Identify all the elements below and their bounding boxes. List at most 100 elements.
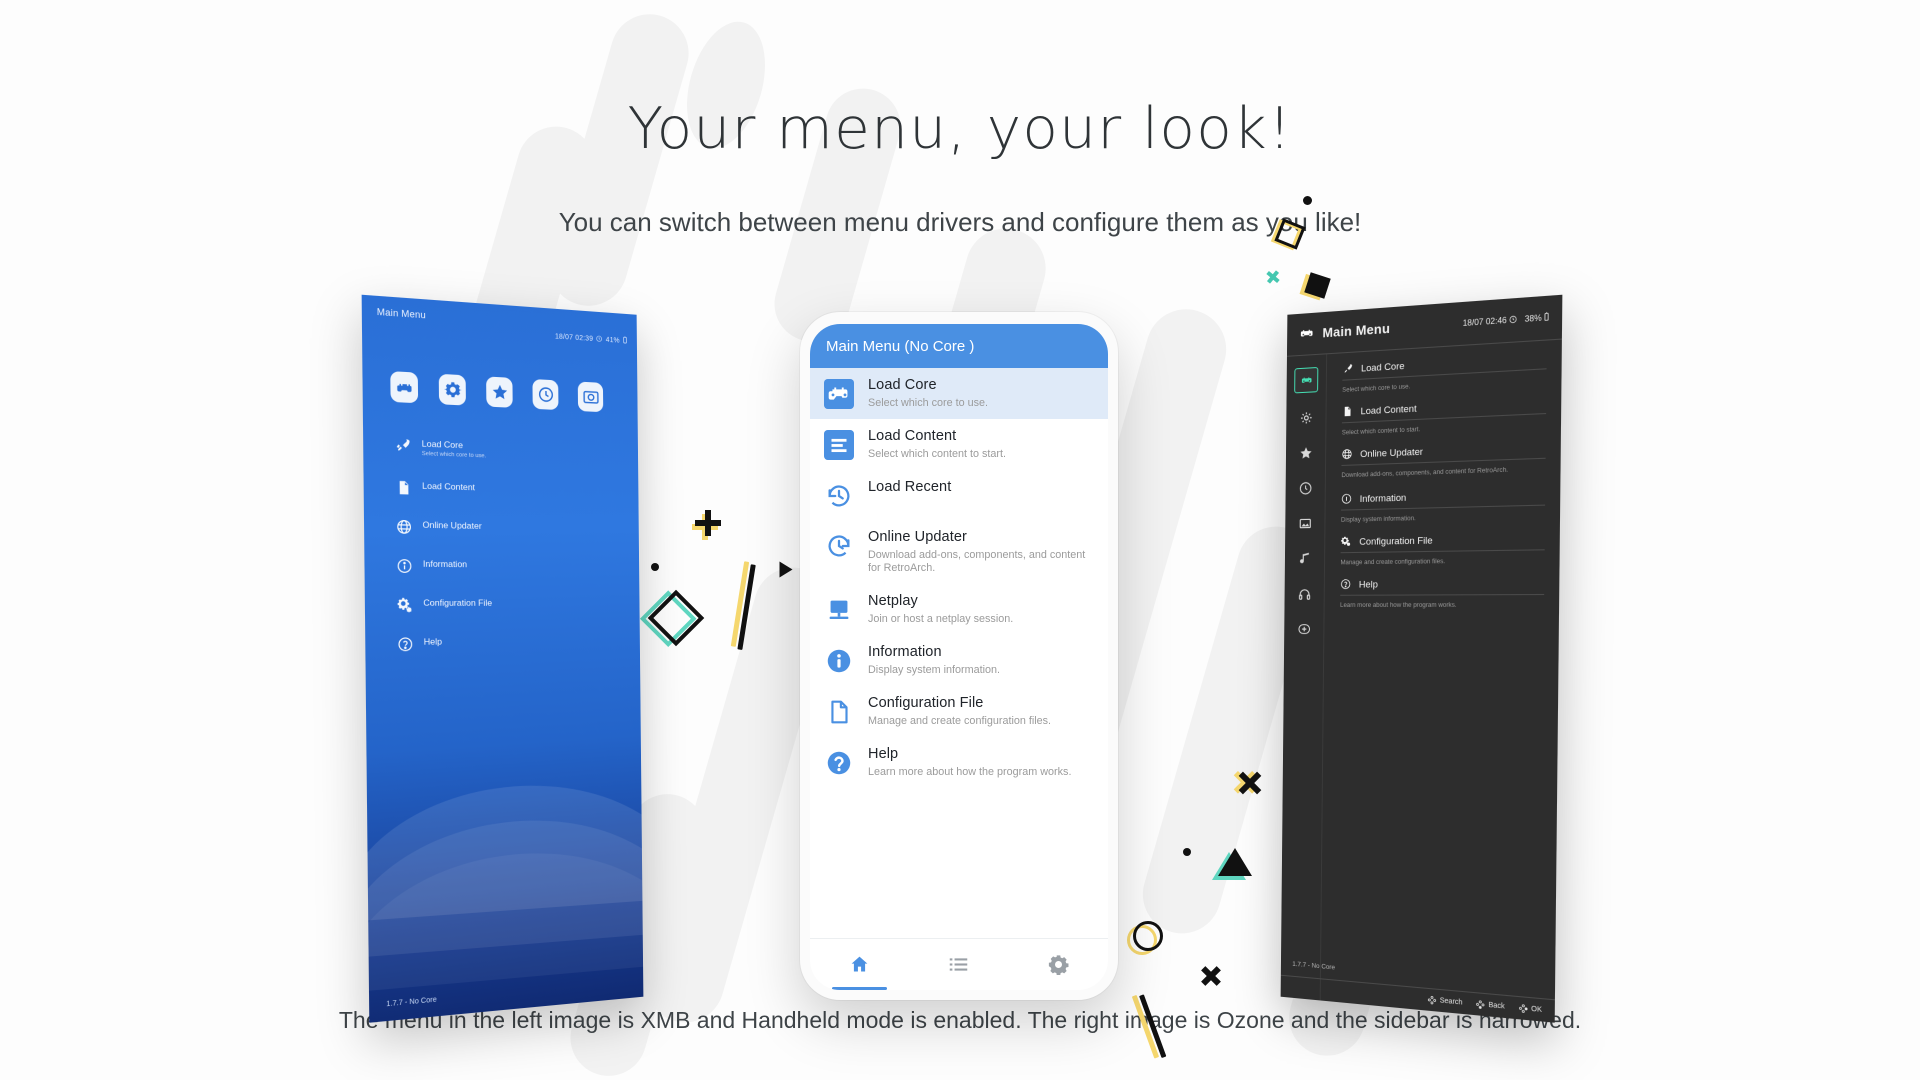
phone-item-sublabel: Display system information. — [868, 664, 1001, 676]
deco-plus-left — [692, 510, 721, 540]
phone-screen: Main Menu (No Core ) Load Core Select wh… — [810, 324, 1108, 990]
xmb-item-configuration-file[interactable]: Configuration File — [397, 597, 609, 613]
deco-ring — [1127, 925, 1157, 955]
phone-item-sublabel: Manage and create configuration files. — [868, 715, 1052, 727]
xmb-menu-list[interactable]: Load Core Select which core to use. Load… — [395, 437, 609, 676]
star-icon — [1299, 445, 1313, 460]
phone-item-sublabel: Learn more about how the program works. — [868, 766, 1072, 778]
xmb-item-label: Online Updater — [422, 519, 482, 531]
phone-item-label: Netplay — [868, 593, 918, 609]
phone-item-label: Online Updater — [868, 529, 967, 545]
xmb-panel[interactable]: Main Menu 18/07 02:39 41% Load Core Sele… — [361, 294, 644, 1023]
phone-item-load-content[interactable]: Load Content Select which content to sta… — [810, 419, 1108, 470]
ozone-footer-label: Back — [1488, 1001, 1505, 1011]
xmb-item-online-updater[interactable]: Online Updater — [396, 519, 608, 539]
dpad-icon — [1518, 1003, 1528, 1013]
phone-item-sublabel: Select which content to start. — [868, 448, 1007, 460]
sidebar-item-settings[interactable] — [1296, 406, 1316, 428]
deco-plus-bottom — [1195, 960, 1226, 991]
phone-item-label: Load Content — [868, 428, 957, 444]
ozone-footer-search[interactable]: Search — [1428, 995, 1463, 1008]
info-icon — [396, 558, 412, 574]
ozone-item-label: Help — [1358, 578, 1378, 590]
xmb-tab-favorites[interactable] — [486, 376, 513, 408]
deco-triangle-small — [779, 561, 793, 578]
image-icon — [1298, 516, 1312, 530]
ozone-sidebar[interactable] — [1280, 354, 1328, 1001]
ozone-item-sublabel: Learn more about how the program works. — [1340, 601, 1457, 609]
ozone-item-load-content[interactable]: Load Content Select which content to sta… — [1342, 396, 1547, 443]
phone-menu-list[interactable]: Load Core Select which core to use. Load… — [810, 368, 1108, 938]
ozone-panel[interactable]: Main Menu 18/07 02:46 38% Load Core Sele… — [1280, 294, 1563, 1023]
history-icon — [824, 481, 854, 511]
phone-tab-home[interactable] — [810, 939, 909, 990]
ozone-item-sublabel: Select which content to start. — [1341, 425, 1421, 437]
phone-item-load-core[interactable]: Load Core Select which core to use. — [810, 368, 1108, 419]
clock-icon — [1298, 481, 1312, 495]
phone-tab-settings[interactable] — [1009, 939, 1108, 990]
ozone-item-sublabel: Download add-ons, components, and conten… — [1341, 466, 1509, 480]
xmb-item-help[interactable]: Help — [397, 635, 609, 652]
xmb-item-label: Configuration File — [423, 597, 493, 608]
phone-item-sublabel: Download add-ons, components, and conten… — [868, 549, 1086, 574]
sidebar-item-add[interactable] — [1294, 618, 1314, 639]
xmb-tab-settings[interactable] — [438, 373, 466, 406]
ozone-item-label: Load Content — [1360, 402, 1417, 417]
xmb-item-information[interactable]: Information — [396, 558, 608, 576]
ozone-footer-label: OK — [1531, 1005, 1542, 1015]
sidebar-item-images[interactable] — [1295, 512, 1315, 534]
battery-icon — [1544, 312, 1549, 324]
netplay-icon — [824, 595, 854, 625]
music-icon — [1298, 551, 1312, 565]
sidebar-item-main-menu[interactable] — [1294, 366, 1319, 394]
dpad-icon — [1428, 995, 1437, 1005]
gear-icon — [1048, 954, 1069, 975]
xmb-tab-images[interactable] — [577, 381, 604, 413]
xmb-item-load-core[interactable]: Load Core Select which core to use. — [395, 437, 607, 464]
phone-item-information[interactable]: Information Display system information. — [810, 635, 1108, 686]
help-icon — [824, 748, 854, 778]
sidebar-item-history[interactable] — [1295, 477, 1315, 499]
deco-square-solid — [1299, 272, 1331, 301]
page-title: Your menu, your look! — [627, 96, 1293, 162]
phone-tab-playlists[interactable] — [909, 939, 1008, 990]
ozone-body: Load Core Select which core to use. Load… — [1280, 340, 1562, 1023]
xmb-battery-level: 41% — [605, 336, 620, 345]
clock-icon — [1509, 314, 1518, 325]
xmb-datetime: 18/07 02:39 — [554, 332, 594, 343]
xmb-item-sublabel: Select which core to use. — [421, 450, 487, 460]
ozone-item-configuration-file[interactable]: Configuration File Manage and create con… — [1340, 532, 1545, 572]
ozone-item-label: Information — [1359, 491, 1407, 505]
deco-diamond-left — [639, 589, 705, 647]
xmb-item-load-content[interactable]: Load Content — [396, 480, 608, 502]
ozone-item-label: Load Core — [1360, 359, 1405, 374]
ozone-footer-ok[interactable]: OK — [1518, 1003, 1542, 1015]
sidebar-item-favorites[interactable] — [1295, 442, 1315, 464]
sidebar-item-video[interactable] — [1294, 583, 1314, 604]
xmb-tab-main-menu[interactable] — [390, 371, 419, 404]
xmb-tab-history[interactable] — [532, 379, 559, 411]
phone-item-configuration-file[interactable]: Configuration File Manage and create con… — [810, 686, 1108, 737]
phone-item-netplay[interactable]: Netplay Join or host a netplay session. — [810, 584, 1108, 635]
ozone-datetime: 18/07 02:46 — [1462, 315, 1507, 329]
phone-item-load-recent[interactable]: Load Recent — [810, 470, 1108, 520]
xmb-tab-row[interactable] — [390, 371, 604, 413]
sidebar-item-music[interactable] — [1294, 548, 1314, 569]
ozone-header-title: Main Menu — [1322, 320, 1391, 341]
document-icon — [824, 697, 854, 727]
ozone-item-online-updater[interactable]: Online Updater Download add-ons, compone… — [1341, 441, 1546, 486]
info-icon — [1341, 493, 1352, 504]
xmb-item-label: Information — [422, 558, 468, 570]
ozone-item-load-core[interactable]: Load Core Select which core to use. — [1342, 351, 1547, 400]
phone-bottom-tab-bar[interactable] — [810, 938, 1108, 990]
phone-item-help[interactable]: Help Learn more about how the program wo… — [810, 737, 1108, 788]
phone-item-online-updater[interactable]: Online Updater Download add-ons, compone… — [810, 520, 1108, 584]
ozone-menu-list[interactable]: Load Core Select which core to use. Load… — [1321, 340, 1562, 1023]
phone-item-sublabel: Select which core to use. — [868, 397, 989, 409]
list-icon — [948, 954, 969, 975]
gears-icon — [397, 597, 413, 613]
ozone-item-help[interactable]: Help Learn more about how the program wo… — [1340, 577, 1545, 615]
ozone-item-information[interactable]: Information Display system information. — [1341, 488, 1546, 530]
ozone-footer-back[interactable]: Back — [1476, 1000, 1505, 1012]
file-icon — [396, 480, 412, 496]
